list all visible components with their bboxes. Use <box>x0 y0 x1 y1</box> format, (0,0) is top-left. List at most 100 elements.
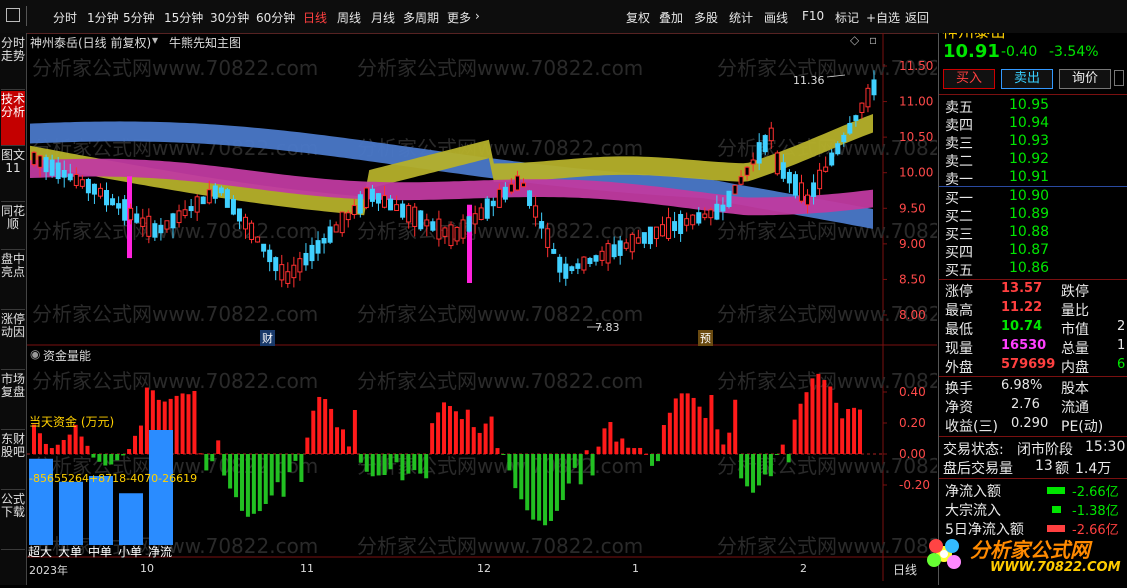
flow-bar <box>858 409 862 454</box>
x-label-dec: 12 <box>477 562 491 575</box>
chart-area[interactable]: 分析家公式网www.70822.com 分析家公式网www.70822.com 分析… <box>27 33 937 581</box>
tool-fuquan-button[interactable]: 复权 <box>626 9 650 26</box>
separator-line-5 <box>939 436 1127 437</box>
candle-body <box>811 182 817 197</box>
tab-highlights[interactable]: 盘中亮点 <box>1 251 25 310</box>
chevron-right-icon[interactable]: › <box>475 9 480 23</box>
candle-body <box>847 122 853 134</box>
indicator-name[interactable]: 牛熊先知主图 <box>169 34 241 51</box>
finance-marker-badge[interactable]: 财 <box>260 330 275 346</box>
subchart-title[interactable]: 资金量能 <box>43 347 91 364</box>
collapse-icon[interactable]: ▫ <box>869 33 877 47</box>
candle-body <box>647 226 653 245</box>
today-fund-bar <box>59 481 83 545</box>
period-tab-monthly[interactable]: 月线 <box>371 9 395 26</box>
candle-body <box>388 198 394 211</box>
candle-body <box>382 195 388 208</box>
period-tab-30min[interactable]: 30分钟 <box>210 9 249 26</box>
buy-button[interactable]: 买入 <box>943 69 995 89</box>
tab-guba[interactable]: 东财股吧 <box>1 431 25 490</box>
last-price: 10.91 <box>943 41 1000 62</box>
grid-menu-icon[interactable] <box>6 8 20 22</box>
stat2-label: 收益(三) <box>945 419 998 435</box>
period-tab-1min[interactable]: 1分钟 <box>87 9 119 26</box>
flow-bar <box>709 394 714 454</box>
flow-bar <box>424 454 429 479</box>
chart-canvas[interactable]: 分析家公式网www.70822.com 分析家公式网www.70822.com 分析… <box>27 33 937 581</box>
candle-body <box>853 115 859 121</box>
flow-tick-label: 0.20 <box>899 416 926 430</box>
candle-body <box>605 243 611 264</box>
candle-body <box>303 252 309 266</box>
watermark-text: 分析家公式网www.70822.com <box>357 534 643 558</box>
inquiry-button[interactable]: 询价 <box>1059 69 1111 89</box>
flower-logo-icon <box>927 539 961 569</box>
tab-formula-download[interactable]: 公式下载 <box>1 491 25 550</box>
flow-bar <box>584 450 589 454</box>
sell-button[interactable]: 卖出 <box>1001 69 1053 89</box>
tool-add-watchlist-button[interactable]: +自选 <box>866 9 900 26</box>
diamond-icon[interactable]: ◇ <box>850 33 859 47</box>
scroll-handle[interactable] <box>1114 70 1124 86</box>
flow-bar <box>180 393 185 454</box>
subchart-dropdown-icon[interactable]: ◉ <box>30 347 40 361</box>
candle-body <box>841 134 847 143</box>
flow-bar <box>501 454 506 455</box>
period-tab-60min[interactable]: 60分钟 <box>256 9 295 26</box>
tool-stats-button[interactable]: 统计 <box>729 9 753 26</box>
separator-line-6 <box>939 478 1127 479</box>
period-tab-daily[interactable]: 日线 <box>303 9 327 26</box>
period-tab-multi[interactable]: 多周期 <box>403 9 439 26</box>
tab-market-review[interactable]: 市场复盘 <box>1 371 25 430</box>
candle-body <box>780 162 786 179</box>
flow-bar <box>483 423 488 454</box>
period-tab-weekly[interactable]: 周线 <box>337 9 361 26</box>
stat-value: 10.74 <box>1001 319 1043 334</box>
tab-technical[interactable]: 技术分析 <box>1 91 25 146</box>
flow-bar <box>679 393 684 454</box>
indicator-dropdown-icon[interactable]: ▾ <box>152 33 158 47</box>
period-tab-15min[interactable]: 15分钟 <box>164 9 203 26</box>
tool-draw-button[interactable]: 画线 <box>764 9 788 26</box>
flow-bar <box>299 454 304 482</box>
candle-body <box>478 207 484 220</box>
tool-multi-stock-button[interactable]: 多股 <box>694 9 718 26</box>
candle-body <box>823 166 829 172</box>
stat-value-2: 2 <box>1117 319 1126 334</box>
stat2-value: 6.98% <box>1001 378 1043 393</box>
tab-limit-up-reasons[interactable]: 涨停动因 <box>1 311 25 370</box>
after-hours-amount: 1.4万 <box>1075 461 1112 477</box>
tool-f10-button[interactable]: F10 <box>802 9 824 23</box>
period-tab-more[interactable]: 更多 <box>447 9 471 26</box>
tab-tonghuashun[interactable]: 同花顺 <box>1 203 25 250</box>
flow-bar <box>852 407 857 454</box>
candle-body <box>369 188 375 202</box>
flow-bar <box>418 454 423 474</box>
period-tab-5min[interactable]: 5分钟 <box>123 9 155 26</box>
tool-mark-button[interactable]: 标记 <box>835 9 859 26</box>
flow-bar <box>115 454 120 461</box>
stat-label-2: 总量 <box>1061 341 1089 357</box>
candle-body <box>708 209 714 219</box>
flow-bar <box>703 417 708 454</box>
tool-back-button[interactable]: 返回 <box>905 9 929 26</box>
forecast-marker-badge[interactable]: 预 <box>698 330 713 346</box>
stat2-value: 0.290 <box>1011 416 1049 431</box>
flow-label: 净流入额 <box>945 484 1001 500</box>
tab-intraday[interactable]: 分时走势 <box>1 35 25 90</box>
flow-bar <box>55 444 60 454</box>
candle-body <box>363 187 369 208</box>
flow-bar <box>792 419 797 454</box>
bid-level-price: 10.88 <box>1009 224 1050 240</box>
candle-body <box>720 204 726 212</box>
flow-tick-label: 0.00 <box>899 447 926 461</box>
candle-body <box>73 173 79 186</box>
tool-overlay-button[interactable]: 叠加 <box>659 9 683 26</box>
flow-bar <box>251 454 256 514</box>
candle-body <box>714 203 720 220</box>
flow-bar <box>554 454 559 511</box>
period-tab-fenshi[interactable]: 分时 <box>53 9 77 26</box>
tab-graphic-11[interactable]: 图文11 <box>1 147 25 202</box>
high-price-label: 11.36 <box>793 74 825 87</box>
flow-bar <box>174 395 179 454</box>
